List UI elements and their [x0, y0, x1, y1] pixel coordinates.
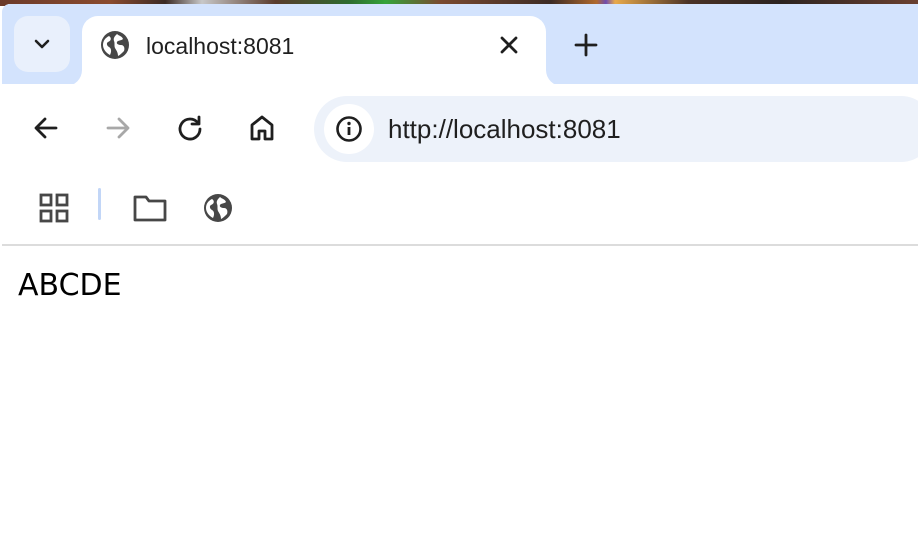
close-icon — [499, 35, 519, 55]
chevron-down-icon — [32, 34, 52, 54]
close-tab-button[interactable] — [494, 30, 524, 60]
bookmark-site[interactable] — [198, 188, 238, 228]
reload-icon — [176, 114, 204, 142]
globe-icon — [203, 193, 233, 223]
home-icon — [247, 113, 277, 143]
globe-icon — [100, 30, 130, 60]
browser-window: localhost:8081 http://localhost:8081 ABC… — [2, 4, 918, 550]
tab-title: localhost:8081 — [146, 33, 295, 59]
arrow-right-icon — [104, 114, 132, 142]
back-button[interactable] — [28, 110, 64, 146]
home-button[interactable] — [244, 110, 280, 146]
tab-search-button[interactable] — [14, 16, 70, 72]
url-text[interactable]: http://localhost:8081 — [388, 114, 621, 144]
tab-strip: localhost:8081 — [2, 4, 918, 86]
reload-button[interactable] — [172, 110, 208, 146]
site-info-button[interactable] — [324, 104, 374, 154]
new-tab-button[interactable] — [568, 27, 604, 63]
address-bar[interactable]: http://localhost:8081 — [314, 96, 918, 162]
arrow-left-icon — [32, 114, 60, 142]
folder-icon — [133, 193, 167, 223]
navigation-toolbar: http://localhost:8081 — [2, 84, 918, 174]
bookmarks-bar — [2, 174, 918, 246]
page-content: ABCDE — [2, 246, 918, 550]
plus-icon — [574, 33, 598, 57]
tab-active[interactable]: localhost:8081 — [82, 16, 546, 86]
bookmark-folder[interactable] — [130, 188, 170, 228]
bookmarks-separator — [98, 188, 101, 220]
apps-grid-icon — [38, 192, 70, 224]
page-body-text: ABCDE — [18, 268, 122, 303]
forward-button[interactable] — [100, 110, 136, 146]
apps-button[interactable] — [34, 188, 74, 228]
info-icon — [335, 115, 363, 143]
